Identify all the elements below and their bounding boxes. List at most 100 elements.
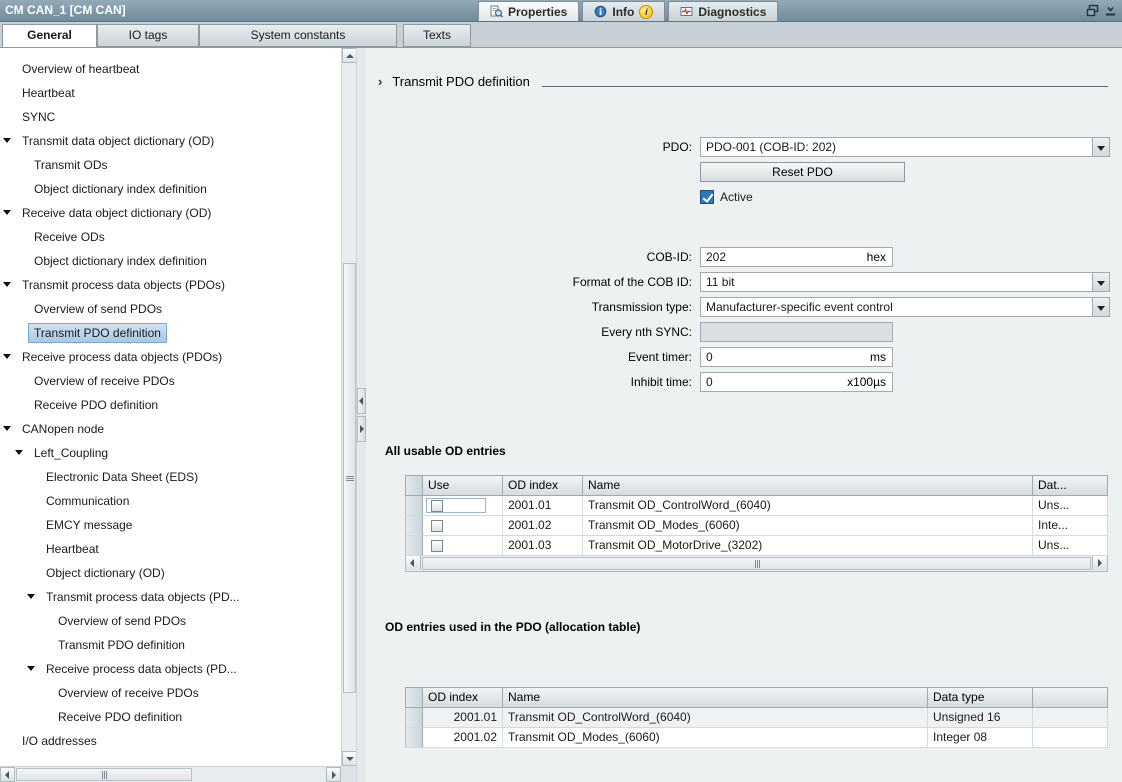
scroll-left-icon[interactable] [0, 767, 15, 782]
scroll-up-icon[interactable] [342, 48, 357, 63]
cob-format-select[interactable]: 11 bit [700, 272, 1110, 292]
expand-sidebar-button[interactable] [357, 416, 366, 442]
use-checkbox[interactable] [431, 540, 443, 552]
use-checkbox-cell[interactable] [426, 518, 486, 533]
cob-id-input[interactable]: 202 hex [700, 247, 893, 267]
scroll-down-icon[interactable] [342, 751, 357, 766]
use-checkbox[interactable] [431, 500, 443, 512]
expand-triangle-icon[interactable] [3, 210, 11, 215]
tree-item[interactable]: Transmit PDO definition [0, 320, 341, 344]
scroll-right-icon[interactable] [326, 767, 341, 782]
tree-item[interactable]: EMCY message [0, 512, 341, 536]
scroll-left-icon[interactable] [406, 556, 421, 570]
transmission-type-select[interactable]: Manufacturer-specific event control [700, 297, 1110, 317]
table-row[interactable]: 2001.02Transmit OD_Modes_(6060)Inte... [405, 516, 1108, 536]
tree-item[interactable]: Overview of heartbeat [0, 56, 341, 80]
sidebar-vertical-scrollbar[interactable] [341, 48, 356, 766]
dropdown-arrow-icon[interactable] [1092, 298, 1109, 316]
tree-item[interactable]: Overview of receive PDOs [0, 680, 341, 704]
tree-item[interactable]: Heartbeat [0, 536, 341, 560]
use-checkbox-cell[interactable] [426, 538, 486, 553]
table-row[interactable]: 2001.01Transmit OD_ControlWord_(6040)Uns… [405, 708, 1108, 728]
use-checkbox-cell[interactable] [426, 498, 486, 513]
table-horizontal-scrollbar[interactable] [405, 556, 1108, 572]
table-row[interactable]: 2001.01Transmit OD_ControlWord_(6040)Uns… [405, 496, 1108, 516]
tree-item[interactable]: Electronic Data Sheet (EDS) [0, 464, 341, 488]
tree-item-label: Receive data object dictionary (OD) [16, 203, 217, 223]
tab-diagnostics[interactable]: Diagnostics [668, 1, 778, 21]
tab-texts[interactable]: Texts [403, 24, 471, 47]
pdo-select[interactable]: PDO-001 (COB-ID: 202) [700, 137, 1110, 157]
column-header[interactable] [1033, 687, 1108, 708]
section-chevron-icon[interactable]: › [378, 74, 382, 89]
column-header[interactable]: Name [583, 475, 1033, 496]
row-selector[interactable] [405, 708, 423, 728]
tree-item[interactable]: Transmit ODs [0, 152, 341, 176]
tree-item[interactable]: Receive PDO definition [0, 704, 341, 728]
event-timer-input[interactable]: 0 ms [700, 347, 893, 367]
reset-pdo-button[interactable]: Reset PDO [700, 162, 905, 182]
column-header[interactable]: OD index [503, 475, 583, 496]
tree-item[interactable]: Overview of send PDOs [0, 296, 341, 320]
horizontal-scroll-thumb[interactable] [422, 557, 1091, 570]
expand-triangle-icon[interactable] [3, 426, 11, 431]
tree-item[interactable]: Transmit process data objects (PDOs) [0, 272, 341, 296]
expand-triangle-icon[interactable] [27, 666, 35, 671]
expand-triangle-icon[interactable] [27, 594, 35, 599]
scroll-track[interactable] [421, 556, 1092, 571]
column-header[interactable]: Name [503, 687, 928, 708]
blank-cell [1033, 708, 1108, 728]
table-row[interactable]: 2001.02Transmit OD_Modes_(6060)Integer 0… [405, 728, 1108, 748]
tree-item[interactable]: Left_Coupling [0, 440, 341, 464]
tab-general[interactable]: General [2, 24, 97, 48]
tree-item[interactable]: Receive PDO definition [0, 392, 341, 416]
column-header[interactable]: Use [423, 475, 503, 496]
use-checkbox[interactable] [431, 520, 443, 532]
tree-item[interactable]: SYNC [0, 104, 341, 128]
tree-item[interactable]: Transmit process data objects (PD... [0, 584, 341, 608]
pane-splitter[interactable] [356, 48, 366, 782]
dropdown-arrow-icon[interactable] [1092, 273, 1109, 291]
tab-info[interactable]: Info i [582, 1, 665, 21]
tree-item[interactable]: I/O addresses [0, 728, 341, 752]
tree-item[interactable]: Communication [0, 488, 341, 512]
tree-item[interactable]: Overview of send PDOs [0, 608, 341, 632]
row-selector[interactable] [405, 516, 423, 536]
row-selector[interactable] [405, 536, 423, 556]
scroll-right-icon[interactable] [1092, 556, 1107, 570]
dropdown-arrow-icon[interactable] [1092, 138, 1109, 156]
active-checkbox[interactable] [700, 190, 714, 204]
sidebar-horizontal-scrollbar[interactable] [0, 766, 341, 782]
collapse-pane-icon[interactable] [1104, 4, 1117, 20]
horizontal-scroll-thumb[interactable] [16, 768, 192, 781]
tab-properties[interactable]: Properties [478, 1, 579, 21]
tree-item[interactable]: Transmit PDO definition [0, 632, 341, 656]
vertical-scroll-thumb[interactable] [343, 263, 356, 693]
tab-system-constants[interactable]: System constants [199, 24, 397, 47]
tree-item[interactable]: Overview of receive PDOs [0, 368, 341, 392]
tab-io-tags[interactable]: IO tags [97, 24, 199, 47]
column-header[interactable]: Data type [928, 687, 1033, 708]
tree-item[interactable]: CANopen node [0, 416, 341, 440]
tree-item[interactable]: Receive process data objects (PDOs) [0, 344, 341, 368]
tree-item[interactable]: Receive process data objects (PD... [0, 656, 341, 680]
expand-triangle-icon[interactable] [3, 282, 11, 287]
expand-triangle-icon[interactable] [3, 138, 11, 143]
collapse-sidebar-button[interactable] [357, 388, 366, 414]
inhibit-time-input[interactable]: 0 x100µs [700, 372, 893, 392]
tree-item[interactable]: Object dictionary (OD) [0, 560, 341, 584]
tree-item[interactable]: Object dictionary index definition [0, 248, 341, 272]
expand-triangle-icon[interactable] [3, 354, 11, 359]
row-selector[interactable] [405, 496, 423, 516]
tree-item[interactable]: Receive ODs [0, 224, 341, 248]
tree-item[interactable]: Transmit data object dictionary (OD) [0, 128, 341, 152]
expand-triangle-icon[interactable] [15, 450, 23, 455]
float-pane-icon[interactable] [1086, 4, 1099, 20]
row-selector[interactable] [405, 728, 423, 748]
tree-item[interactable]: Heartbeat [0, 80, 341, 104]
tree-item[interactable]: Object dictionary index definition [0, 176, 341, 200]
column-header[interactable]: Dat... [1033, 475, 1108, 496]
column-header[interactable]: OD index [423, 687, 503, 708]
tree-item[interactable]: Receive data object dictionary (OD) [0, 200, 341, 224]
table-row[interactable]: 2001.03Transmit OD_MotorDrive_(3202)Uns.… [405, 536, 1108, 556]
